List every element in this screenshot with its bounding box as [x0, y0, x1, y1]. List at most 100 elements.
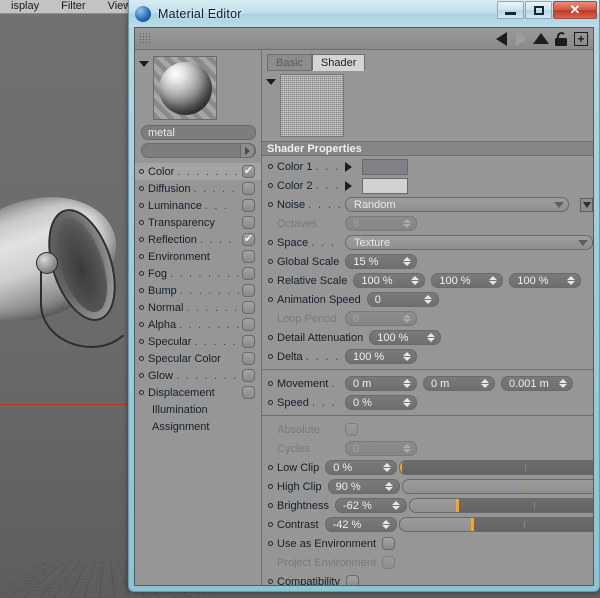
number-field[interactable]: 100 % — [509, 273, 582, 288]
tab-shader[interactable]: Shader — [311, 54, 366, 71]
channel-row-alpha[interactable]: Alpha. . . . . . . — [135, 316, 261, 333]
checkbox-use-as-environment[interactable] — [382, 537, 396, 550]
add-button[interactable]: + — [571, 29, 591, 48]
stepper-icon[interactable] — [558, 378, 567, 390]
number-field[interactable]: 15 % — [345, 254, 418, 269]
channel-checkbox[interactable] — [242, 335, 255, 348]
channel-row-luminance[interactable]: Luminance. . . — [135, 197, 261, 214]
property-bullet-icon[interactable] — [268, 202, 273, 207]
chevron-down-icon[interactable] — [139, 61, 149, 67]
close-button[interactable]: ✕ — [553, 1, 597, 19]
channel-row-reflection[interactable]: Reflection. . . . ✔ — [135, 231, 261, 248]
property-bullet-icon[interactable] — [268, 484, 273, 489]
channel-checkbox[interactable] — [242, 216, 255, 229]
slider-track[interactable] — [398, 517, 593, 532]
channel-row-illumination[interactable]: Illumination — [135, 401, 261, 418]
number-field[interactable]: 100 % — [431, 273, 504, 288]
number-field[interactable]: 100 % — [345, 349, 417, 364]
stepper-icon[interactable] — [402, 397, 411, 409]
channel-bullet-icon[interactable] — [139, 203, 144, 208]
channel-bullet-icon[interactable] — [139, 271, 144, 276]
stepper-icon[interactable] — [402, 378, 411, 390]
property-bullet-icon[interactable] — [268, 335, 273, 340]
property-bullet-icon[interactable] — [268, 354, 273, 359]
maximize-button[interactable] — [525, 1, 552, 19]
stepper-icon[interactable] — [402, 313, 411, 325]
back-button[interactable] — [491, 29, 511, 48]
number-field[interactable]: 0 % — [325, 460, 398, 475]
channel-row-color[interactable]: Color. . . . . . . .✔ — [135, 163, 261, 180]
window-titlebar[interactable]: Material Editor ✕ — [129, 0, 599, 27]
stepper-icon[interactable] — [402, 443, 411, 455]
channel-checkbox[interactable]: ✔ — [242, 165, 255, 178]
channel-checkbox[interactable] — [242, 352, 255, 365]
slider-handle[interactable] — [470, 518, 474, 531]
channel-row-environment[interactable]: Environment — [135, 248, 261, 265]
stepper-icon[interactable] — [402, 218, 411, 230]
property-bullet-icon[interactable] — [268, 522, 273, 527]
slider-track[interactable] — [401, 479, 593, 494]
lock-button[interactable] — [551, 29, 571, 48]
number-field[interactable]: 100 % — [353, 273, 426, 288]
channel-checkbox[interactable] — [242, 369, 255, 382]
channel-bullet-icon[interactable] — [139, 288, 144, 293]
number-field[interactable]: 0 m — [345, 376, 417, 391]
channel-checkbox[interactable] — [242, 250, 255, 263]
channel-checkbox[interactable] — [242, 284, 255, 297]
channel-bullet-icon[interactable] — [139, 305, 144, 310]
channel-checkbox[interactable] — [242, 318, 255, 331]
grip-icon[interactable] — [139, 32, 151, 45]
channel-bullet-icon[interactable] — [139, 322, 144, 327]
number-field[interactable]: 100 % — [369, 330, 442, 345]
number-field[interactable]: 0.001 m — [501, 376, 573, 391]
number-field[interactable]: 0 m — [423, 376, 495, 391]
number-field[interactable]: -42 % — [324, 517, 397, 532]
property-bullet-icon[interactable] — [268, 259, 273, 264]
stepper-icon[interactable] — [382, 462, 391, 474]
channel-row-bump[interactable]: Bump. . . . . . . — [135, 282, 261, 299]
channel-bullet-icon[interactable] — [139, 356, 144, 361]
number-field[interactable]: 0 % — [345, 395, 417, 410]
channel-row-assignment[interactable]: Assignment — [135, 418, 261, 435]
property-bullet-icon[interactable] — [268, 240, 273, 245]
stepper-icon[interactable] — [480, 378, 489, 390]
color-swatch[interactable] — [362, 177, 408, 194]
channel-row-fog[interactable]: Fog. . . . . . . . . — [135, 265, 261, 282]
stepper-icon[interactable] — [402, 351, 411, 363]
chevron-down-icon[interactable] — [266, 79, 276, 85]
channel-row-normal[interactable]: Normal. . . . . . — [135, 299, 261, 316]
property-bullet-icon[interactable] — [268, 183, 273, 188]
channel-row-specular[interactable]: Specular. . . . . — [135, 333, 261, 350]
channel-checkbox[interactable] — [242, 182, 255, 195]
color-swatch[interactable] — [362, 158, 408, 175]
number-field[interactable]: 0 — [366, 292, 439, 307]
material-thumbnail[interactable] — [153, 56, 217, 120]
slider-contrast[interactable]: -42 % — [324, 517, 593, 532]
number-field[interactable]: 90 % — [327, 479, 400, 494]
forward-button[interactable] — [511, 29, 531, 48]
up-button[interactable] — [531, 29, 551, 48]
slider-track[interactable] — [399, 460, 593, 475]
channel-checkbox[interactable] — [242, 301, 255, 314]
channel-row-displacement[interactable]: Displacement — [135, 384, 261, 401]
slider-high-clip[interactable]: 90 % — [327, 479, 593, 494]
stepper-icon[interactable] — [426, 332, 435, 344]
channel-bullet-icon[interactable] — [139, 390, 144, 395]
stepper-icon[interactable] — [410, 275, 419, 287]
stepper-icon[interactable] — [424, 294, 433, 306]
slider-handle[interactable] — [456, 499, 460, 512]
slider-low-clip[interactable]: 0 % — [325, 460, 593, 475]
channel-checkbox[interactable] — [242, 199, 255, 212]
triangle-right-icon[interactable] — [345, 161, 352, 172]
channel-bullet-icon[interactable] — [139, 169, 144, 174]
channel-checkbox[interactable]: ✔ — [242, 233, 255, 246]
material-name-field[interactable]: metal — [141, 125, 256, 140]
property-bullet-icon[interactable] — [268, 278, 273, 283]
property-bullet-icon[interactable] — [268, 503, 273, 508]
channel-row-transparency[interactable]: Transparency — [135, 214, 261, 231]
property-bullet-icon[interactable] — [268, 465, 273, 470]
channel-checkbox[interactable] — [242, 267, 255, 280]
slider-handle[interactable] — [400, 461, 403, 474]
stepper-icon[interactable] — [566, 275, 575, 287]
number-field[interactable]: -62 % — [334, 498, 407, 513]
